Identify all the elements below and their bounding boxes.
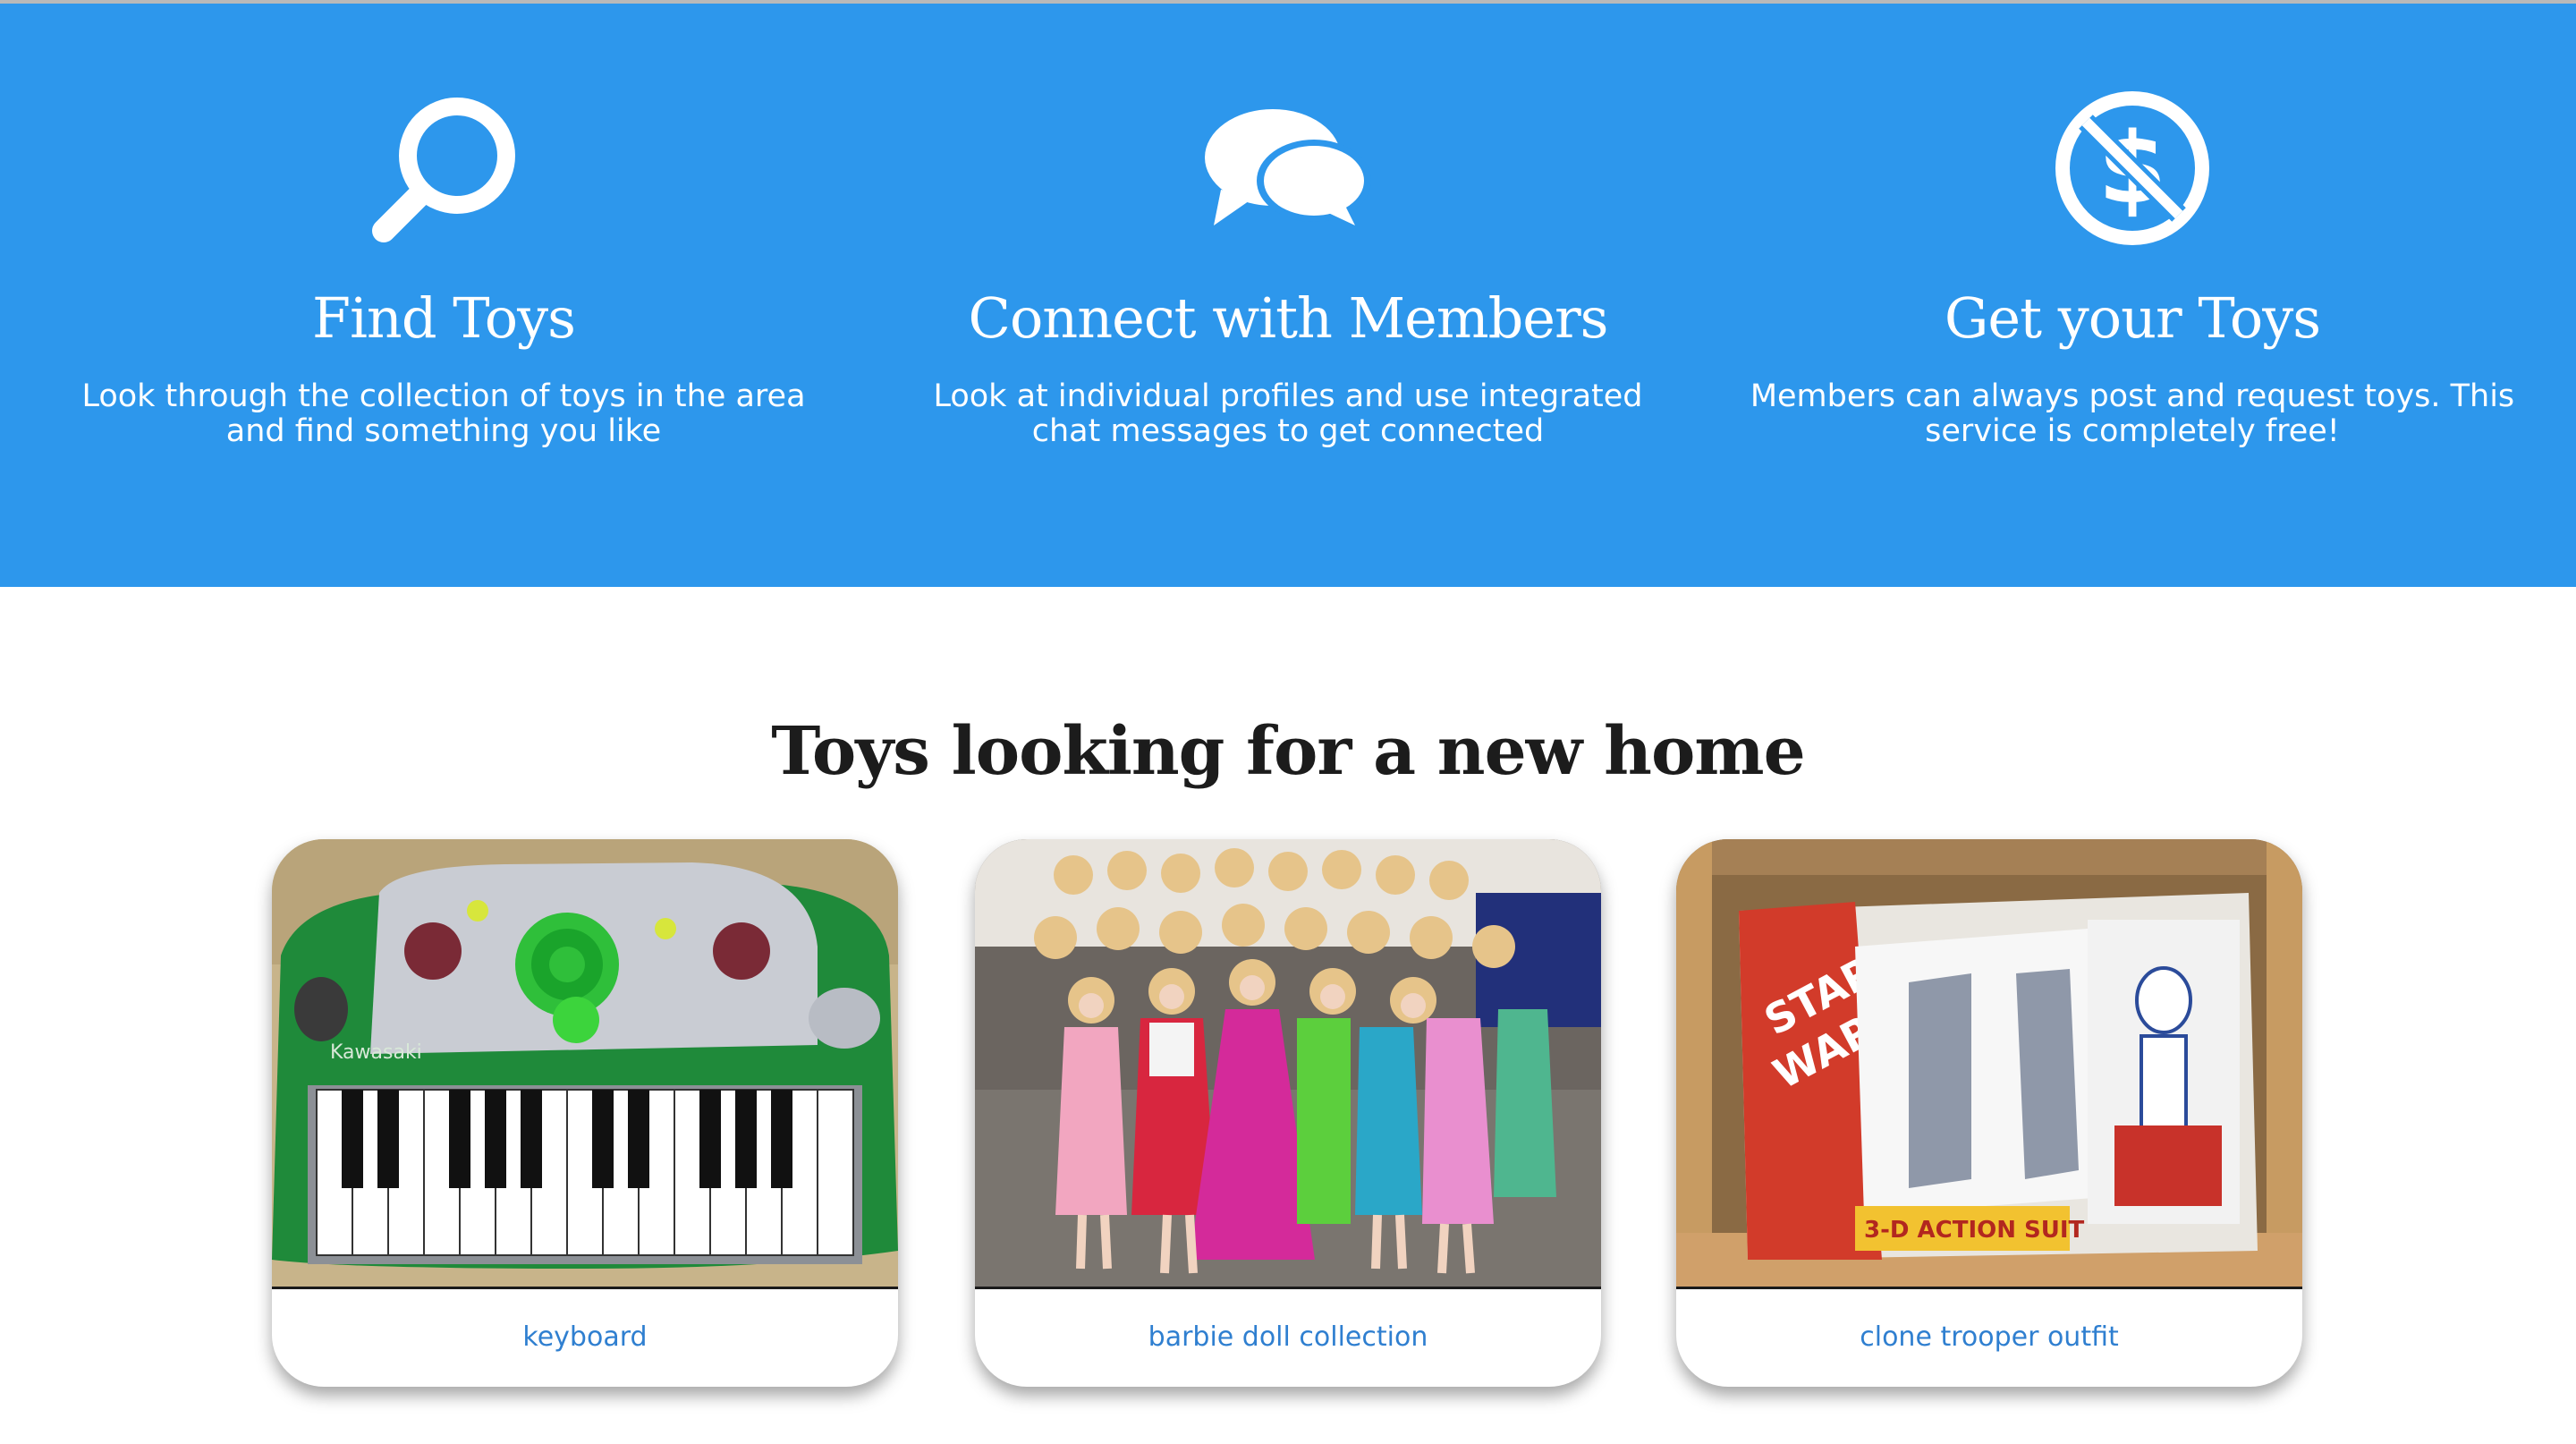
feature-find-toys: Find Toys Look through the collection of…	[21, 4, 866, 587]
feature-connect-members: Connect with Members Look at individual …	[866, 4, 1710, 587]
toy-card-link[interactable]: clone trooper outfit	[1676, 1287, 2302, 1387]
feature-title: Get your Toys	[1944, 285, 2321, 351]
svg-text:Kawasaki: Kawasaki	[330, 1041, 422, 1064]
feature-title: Find Toys	[312, 285, 576, 351]
section-heading: Toys looking for a new home	[771, 713, 1805, 790]
toy-card-link[interactable]: keyboard	[272, 1287, 898, 1387]
toy-card-clone-trooper[interactable]: STAR WARS 3-D ACTION SUIT clone trooper …	[1676, 839, 2302, 1387]
feature-description: Look through the collection of toys in t…	[81, 378, 806, 449]
chat-bubbles-icon	[1205, 109, 1371, 225]
feature-get-toys: $ Get your Toys Members can always post …	[1710, 4, 2555, 587]
clone-trooper-box-photo: STAR WARS 3-D ACTION SUIT	[1676, 839, 2302, 1287]
svg-text:3-D ACTION SUIT: 3-D ACTION SUIT	[1864, 1217, 2085, 1244]
search-icon	[372, 98, 515, 242]
toy-card-link[interactable]: barbie doll collection	[975, 1287, 1601, 1387]
feature-title: Connect with Members	[968, 285, 1609, 351]
feature-description: Members can always post and request toys…	[1750, 378, 2515, 449]
no-dollar-icon: $	[2055, 91, 2209, 245]
toy-card-keyboard[interactable]: Kawasaki keyboard	[272, 839, 898, 1387]
keyboard-photo: Kawasaki	[272, 839, 898, 1287]
features-banner: Find Toys Look through the collection of…	[0, 4, 2576, 587]
feature-description: Look at individual profiles and use inte…	[933, 378, 1643, 449]
toy-card-barbie[interactable]: barbie doll collection	[975, 839, 1601, 1387]
barbie-dolls-photo	[975, 839, 1601, 1287]
